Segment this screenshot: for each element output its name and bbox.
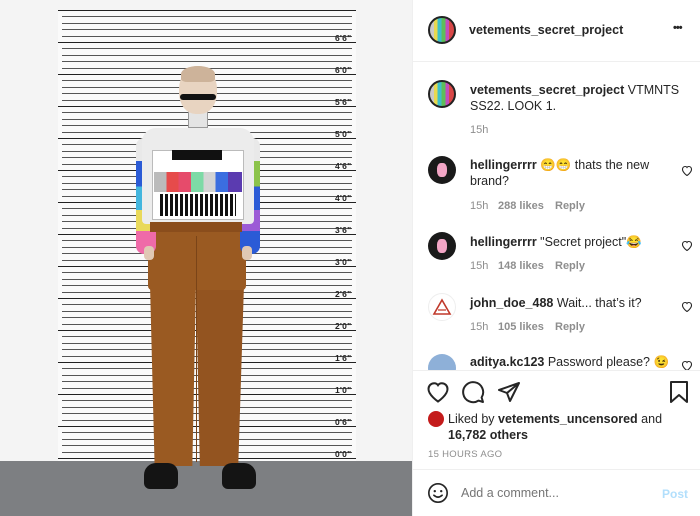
comment-likes[interactable]: 288 likes: [498, 200, 544, 212]
height-label: 6'6": [335, 33, 352, 43]
add-comment-input[interactable]: [461, 482, 651, 504]
post-comment-button[interactable]: Post: [662, 487, 688, 501]
height-label: 1'0": [335, 385, 352, 395]
model-shoe: [144, 463, 178, 489]
comment-text: john_doe_488 Wait... that’s it?: [470, 295, 670, 311]
comment-text: hellingerrrr "Secret project"😂: [470, 234, 670, 250]
height-chart-tick: [62, 29, 352, 30]
post-panel: vetements_secret_project ••• vetements_s…: [412, 0, 700, 516]
trouser-crease: [196, 236, 197, 462]
reply-button[interactable]: Reply: [555, 260, 585, 272]
triangle-logo-icon: [432, 298, 452, 315]
model-shoe: [222, 463, 256, 489]
height-chart-tick: [58, 10, 356, 11]
comment-username[interactable]: hellingerrrr: [470, 235, 537, 249]
height-label: 3'6": [335, 225, 352, 235]
liker-avatar[interactable]: [428, 411, 444, 427]
reply-button[interactable]: Reply: [555, 200, 585, 212]
like-comment-heart-icon[interactable]: [681, 240, 693, 251]
height-chart-tick: [58, 42, 356, 43]
post-timestamp[interactable]: 15 HOURS AGO: [428, 449, 502, 460]
floor: [0, 461, 412, 516]
height-label: 0'0": [335, 449, 352, 459]
emoji-smiley-icon[interactable]: [427, 482, 449, 504]
model-hand: [144, 246, 154, 260]
commenter-avatar[interactable]: [428, 354, 456, 370]
more-options-icon[interactable]: •••: [673, 22, 683, 34]
comment-time[interactable]: 15h: [470, 260, 488, 272]
like-comment-heart-icon[interactable]: [681, 165, 693, 176]
model-trouser-leg: [196, 284, 244, 466]
comment-body: Wait... that’s it?: [556, 296, 642, 310]
model-belt: [150, 222, 242, 232]
commenter-avatar[interactable]: [428, 293, 456, 321]
comment-time[interactable]: 15h: [470, 321, 488, 333]
model-trousers: [148, 230, 246, 290]
comment-body: Password please? 😉: [547, 355, 670, 369]
save-bookmark-icon[interactable]: [669, 381, 689, 403]
liked-by-prefix: Liked by: [448, 412, 495, 426]
reply-button[interactable]: Reply: [555, 321, 585, 333]
caption-username[interactable]: vetements_secret_project: [470, 83, 624, 97]
model-sunglasses: [180, 94, 216, 100]
actions-divider: [413, 370, 700, 371]
height-chart-tick: [62, 36, 352, 37]
test-card-stripes: [160, 194, 236, 216]
comment-body: "Secret project"😂: [540, 235, 642, 249]
like-comment-heart-icon[interactable]: [681, 360, 693, 370]
height-label: 6'0": [335, 65, 352, 75]
test-card-color-bars: [154, 172, 242, 192]
add-comment-divider: [413, 469, 700, 470]
height-label: 4'0": [335, 193, 352, 203]
height-label: 5'6": [335, 97, 352, 107]
like-heart-icon[interactable]: [426, 381, 450, 403]
commenter-avatar[interactable]: [428, 232, 456, 260]
likes-others-count[interactable]: 16,782 others: [448, 428, 528, 442]
comment-username[interactable]: aditya.kc123: [470, 355, 544, 369]
comment-username[interactable]: john_doe_488: [470, 296, 553, 310]
test-card-label: [172, 150, 222, 160]
height-chart-tick: [62, 48, 352, 49]
like-comment-heart-icon[interactable]: [681, 301, 693, 312]
comment-text: aditya.kc123 Password please? 😉: [470, 354, 670, 370]
comment-time[interactable]: 15h: [470, 200, 488, 212]
height-chart-tick: [62, 23, 352, 24]
liker-username[interactable]: vetements_uncensored: [498, 412, 638, 426]
height-label: 4'6": [335, 161, 352, 171]
liked-by-text: Liked by vetements_uncensored and 16,782…: [448, 411, 693, 443]
height-label: 1'6": [335, 353, 352, 363]
comment-username[interactable]: hellingerrrr: [470, 158, 537, 172]
height-label: 3'0": [335, 257, 352, 267]
height-chart-tick: [62, 16, 352, 17]
share-paper-plane-icon[interactable]: [497, 381, 521, 403]
height-label: 2'0": [335, 321, 352, 331]
author-avatar[interactable]: [428, 16, 456, 44]
author-username[interactable]: vetements_secret_project: [469, 23, 623, 37]
comment-text: hellingerrrr 😁😁 thats the new brand?: [470, 157, 670, 189]
comment-bubble-icon[interactable]: [461, 380, 485, 404]
caption-text: vetements_secret_project VTMNTS SS22. LO…: [470, 82, 690, 114]
liked-by-and: and: [641, 412, 663, 426]
comment-likes[interactable]: 148 likes: [498, 260, 544, 272]
caption-time[interactable]: 15h: [470, 124, 488, 136]
commenter-avatar[interactable]: [428, 156, 456, 184]
model-hair: [181, 66, 215, 82]
height-label: 5'0": [335, 129, 352, 139]
height-label: 2'6": [335, 289, 352, 299]
post-image[interactable]: 6'6" 6'0" 5'6" 5'0" 4'6" 4'0" 3'6" 3'0" …: [0, 0, 412, 516]
model-hand: [242, 246, 252, 260]
caption-avatar[interactable]: [428, 80, 456, 108]
comments-list: vetements_secret_project VTMNTS SS22. LO…: [413, 62, 700, 370]
height-chart-tick: [62, 61, 352, 62]
comment-likes[interactable]: 105 likes: [498, 321, 544, 333]
height-chart-tick: [62, 55, 352, 56]
model-trouser-leg: [150, 284, 196, 466]
height-label: 0'6": [335, 417, 352, 427]
